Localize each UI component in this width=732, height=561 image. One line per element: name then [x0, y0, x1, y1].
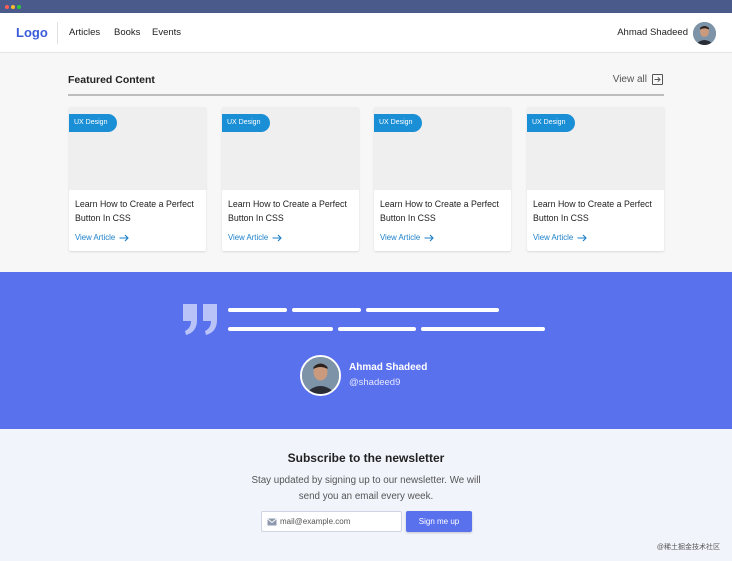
- view-article-label: View Article: [75, 233, 116, 242]
- arrow-right-icon: [119, 234, 129, 241]
- nav-events[interactable]: Events: [152, 27, 181, 38]
- testimonial-author-name: Ahmad Shadeed: [349, 362, 428, 373]
- nav-books[interactable]: Books: [114, 27, 140, 38]
- card-title: Learn How to Create a Perfect Button In …: [380, 199, 499, 223]
- newsletter-description: Stay updated by signing up to our newsle…: [251, 475, 481, 502]
- newsletter-title: Subscribe to the newsletter: [287, 451, 445, 465]
- maximize-window-icon[interactable]: [17, 5, 21, 9]
- window-title-bar: [0, 0, 732, 13]
- featured-title: Featured Content: [68, 74, 155, 86]
- minimize-window-icon[interactable]: [11, 5, 15, 9]
- view-article-link[interactable]: View Article: [75, 233, 129, 242]
- nav-articles[interactable]: Articles: [69, 27, 100, 38]
- user-avatar[interactable]: [693, 22, 716, 45]
- featured-section: Featured Content View all UX Design Lear…: [0, 53, 732, 272]
- view-article-label: View Article: [228, 233, 269, 242]
- arrow-right-icon: [424, 234, 434, 241]
- card-tag[interactable]: UX Design: [374, 114, 423, 132]
- quote-text-placeholder: [338, 327, 416, 331]
- card-tag[interactable]: UX Design: [222, 114, 271, 132]
- quote-text-placeholder: [366, 308, 499, 312]
- mail-icon: [267, 518, 277, 526]
- arrow-right-icon: [272, 234, 282, 241]
- close-window-icon[interactable]: [5, 5, 9, 9]
- quote-text-placeholder: [421, 327, 545, 331]
- quote-text-placeholder: [292, 308, 361, 312]
- view-article-label: View Article: [380, 233, 421, 242]
- user-name[interactable]: Ahmad Shadeed: [617, 27, 688, 38]
- article-card[interactable]: UX Design Learn How to Create a Perfect …: [69, 107, 206, 251]
- article-card[interactable]: UX Design Learn How to Create a Perfect …: [222, 107, 359, 251]
- sign-up-button[interactable]: Sign me up: [406, 511, 472, 532]
- quote-text-placeholder: [228, 308, 287, 312]
- card-tag[interactable]: UX Design: [527, 114, 576, 132]
- email-field[interactable]: [280, 514, 398, 529]
- view-all-link[interactable]: View all: [613, 74, 663, 85]
- testimonial-avatar: [300, 355, 341, 396]
- testimonial-section: Ahmad Shadeed @shadeed9: [0, 272, 732, 429]
- newsletter-section: Subscribe to the newsletter Stay updated…: [0, 429, 732, 561]
- view-article-link[interactable]: View Article: [228, 233, 282, 242]
- nav-divider: [57, 22, 58, 44]
- quote-text-placeholder: [228, 327, 333, 331]
- view-article-link[interactable]: View Article: [533, 233, 587, 242]
- email-field-wrapper: [261, 511, 402, 532]
- card-title: Learn How to Create a Perfect Button In …: [75, 199, 194, 223]
- card-tag[interactable]: UX Design: [69, 114, 118, 132]
- quote-icon: [183, 304, 217, 335]
- card-title: Learn How to Create a Perfect Button In …: [533, 199, 652, 223]
- article-card[interactable]: UX Design Learn How to Create a Perfect …: [527, 107, 664, 251]
- view-article-link[interactable]: View Article: [380, 233, 434, 242]
- site-logo[interactable]: Logo: [16, 25, 48, 40]
- view-all-label: View all: [612, 74, 647, 85]
- site-header: Logo Articles Books Events Ahmad Shadeed: [0, 13, 732, 53]
- arrow-right-icon: [577, 234, 587, 241]
- watermark-text: @稀土掘金技术社区: [656, 544, 720, 551]
- view-article-label: View Article: [533, 233, 574, 242]
- featured-divider: [68, 94, 664, 96]
- article-card[interactable]: UX Design Learn How to Create a Perfect …: [374, 107, 511, 251]
- arrow-right-box-icon: [652, 74, 663, 85]
- testimonial-author-handle: @shadeed9: [349, 377, 401, 388]
- card-title: Learn How to Create a Perfect Button In …: [228, 199, 347, 223]
